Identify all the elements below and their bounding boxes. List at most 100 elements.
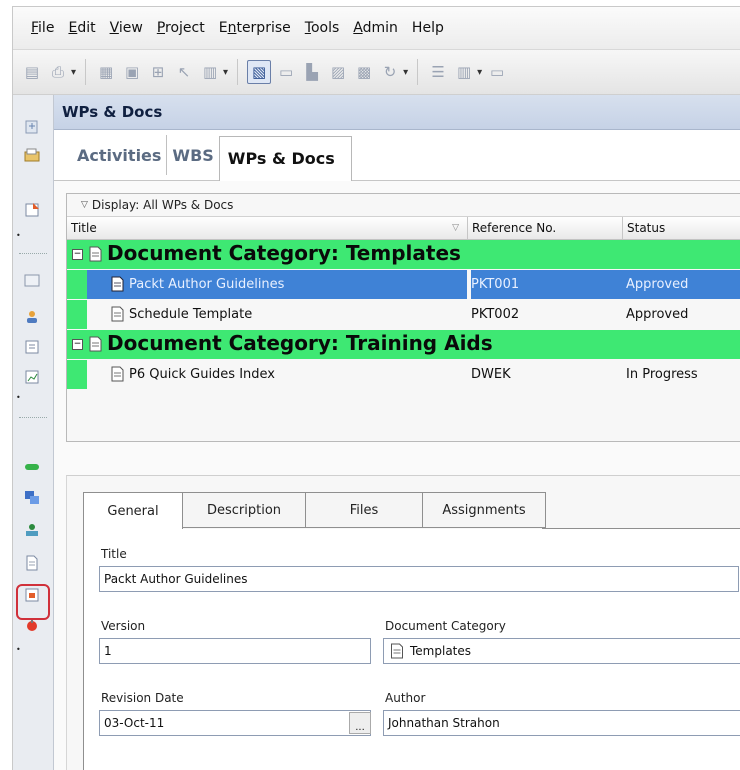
tab-general[interactable]: General xyxy=(83,492,183,530)
chevron-down-icon[interactable]: ▾ xyxy=(477,67,482,78)
menu-tools[interactable]: Tools xyxy=(305,20,340,36)
table-icon[interactable]: ▣ xyxy=(121,61,143,83)
chevron-down-icon[interactable]: ▽ xyxy=(81,200,88,210)
sidebar-icon-assignments[interactable] xyxy=(22,487,42,507)
date-picker-button[interactable]: ... xyxy=(349,712,371,734)
column-header-label: Reference No. xyxy=(472,221,557,235)
reschedule-icon[interactable]: ↻ xyxy=(379,61,401,83)
category-label: Document Category: Training Aids xyxy=(107,331,493,355)
detail-tabs: General Description Files Assignments xyxy=(83,492,546,530)
table-row[interactable]: P6 Quick Guides Index DWEK In Progress xyxy=(67,360,740,389)
category-label: Document Category xyxy=(385,619,506,633)
bottom-layout-icon[interactable]: ▙ xyxy=(301,61,323,83)
column-header-title[interactable]: Title ▽ xyxy=(67,217,468,239)
sidebar-divider xyxy=(19,253,47,254)
chart-icon[interactable]: ▥ xyxy=(199,61,221,83)
detail-layout-icon[interactable]: ▩ xyxy=(353,61,375,83)
row-status: Approved xyxy=(626,307,689,322)
row-indent xyxy=(67,360,87,389)
row-status: In Progress xyxy=(626,367,698,382)
collapse-icon[interactable]: − xyxy=(72,339,83,350)
category-row[interactable]: − Document Category: Training Aids xyxy=(67,330,740,359)
display-bar[interactable]: ▽ Display: All WPs & Docs xyxy=(67,194,740,216)
document-icon xyxy=(89,336,102,352)
sidebar-icon-list[interactable] xyxy=(22,337,42,357)
version-label: Version xyxy=(101,619,146,633)
sidebar-icon-chart[interactable] xyxy=(22,367,42,387)
menu-admin[interactable]: Admin xyxy=(353,20,398,36)
category-row[interactable]: − Document Category: Templates xyxy=(67,240,740,269)
sidebar-expand-icon[interactable]: • xyxy=(16,646,21,654)
grid-icon[interactable]: ▦ xyxy=(95,61,117,83)
sidebar-expand-icon[interactable]: • xyxy=(16,232,21,240)
indent-icon[interactable]: ⊞ xyxy=(147,61,169,83)
layout-icon[interactable]: ▧ xyxy=(247,60,272,84)
document-icon[interactable] xyxy=(22,553,42,573)
menu-help[interactable]: Help xyxy=(412,20,444,36)
column-header-ref[interactable]: Reference No. xyxy=(468,217,623,239)
row-indent xyxy=(67,300,87,329)
sort-icon[interactable]: ▽ xyxy=(452,223,459,233)
print-icon[interactable]: ▤ xyxy=(21,61,43,83)
document-icon xyxy=(391,643,403,659)
collapse-icon[interactable]: − xyxy=(72,249,83,260)
tab-description[interactable]: Description xyxy=(182,492,306,528)
filter-icon[interactable]: ▭ xyxy=(486,61,508,83)
columns-icon[interactable]: ☰ xyxy=(427,61,449,83)
menu-enterprise[interactable]: Enterprise xyxy=(219,20,291,36)
revision-date-label: Revision Date xyxy=(101,691,184,705)
sidebar-icon-activities[interactable] xyxy=(22,457,42,477)
tab-activities[interactable]: Activities xyxy=(72,135,166,175)
author-field[interactable]: Johnathan Strahon xyxy=(383,710,740,736)
print-preview-icon[interactable]: ⎙ xyxy=(47,61,69,83)
category-field[interactable]: Templates xyxy=(383,638,740,664)
row-ref: PKT002 xyxy=(471,307,520,322)
author-label: Author xyxy=(385,691,426,705)
chevron-down-icon[interactable]: ▾ xyxy=(223,67,228,78)
sidebar-icon-folder[interactable] xyxy=(22,145,42,165)
sidebar-icon-window[interactable] xyxy=(22,270,42,290)
tab-assignments[interactable]: Assignments xyxy=(422,492,546,528)
general-tab-body: Title Packt Author Guidelines Version 1 … xyxy=(83,529,740,770)
tab-wbs[interactable]: WBS xyxy=(166,135,218,175)
row-title: Schedule Template xyxy=(129,307,253,322)
sidebar-expand-icon[interactable]: • xyxy=(16,394,21,402)
sidebar-icon-user[interactable] xyxy=(22,307,42,327)
document-icon xyxy=(111,306,124,322)
view-tabs: Activities WBS WPs & Docs xyxy=(54,130,740,181)
version-field[interactable]: 1 xyxy=(99,638,371,664)
sidebar-icon-resources[interactable] xyxy=(22,200,42,220)
sidebar-divider xyxy=(19,417,47,418)
tab-wps-docs[interactable]: WPs & Docs xyxy=(218,135,352,181)
category-value: Templates xyxy=(410,644,472,658)
document-icon xyxy=(89,246,102,262)
bars-icon[interactable]: ▥ xyxy=(453,61,475,83)
toolbar: ▤ ⎙ ▾ ▦ ▣ ⊞ ↖ ▥ ▾ ▧ ▭ ▙ ▨ ▩ ↻ ▾ ☰ ▥ ▾ ▭ xyxy=(13,50,740,95)
menu-project[interactable]: Project xyxy=(157,20,205,36)
link-icon[interactable]: ↖ xyxy=(173,61,195,83)
column-header-status[interactable]: Status xyxy=(623,217,740,239)
menu-edit[interactable]: Edit xyxy=(68,20,95,36)
table-row[interactable]: Schedule Template PKT002 Approved xyxy=(67,300,740,329)
left-sidebar: • • • xyxy=(13,95,54,770)
table-row[interactable]: Packt Author Guidelines PKT001 Approved xyxy=(67,270,740,299)
documents-grid: ▽ Display: All WPs & Docs Title ▽ Refere… xyxy=(66,193,740,442)
menu-view[interactable]: View xyxy=(110,20,143,36)
toolbar-divider xyxy=(417,59,419,85)
chevron-down-icon[interactable]: ▾ xyxy=(71,67,76,78)
sidebar-icon-projects[interactable] xyxy=(22,117,42,137)
split-layout-icon[interactable]: ▨ xyxy=(327,61,349,83)
column-header-label: Title xyxy=(71,221,97,235)
title-field[interactable]: Packt Author Guidelines xyxy=(99,566,739,592)
revision-date-field[interactable]: 03-Oct-11 xyxy=(99,710,371,736)
top-layout-icon[interactable]: ▭ xyxy=(275,61,297,83)
chevron-down-icon[interactable]: ▾ xyxy=(403,67,408,78)
sidebar-icon-reports[interactable] xyxy=(22,520,42,540)
tab-files[interactable]: Files xyxy=(305,492,423,528)
row-indent xyxy=(67,270,87,299)
row-ref: DWEK xyxy=(471,367,511,382)
toolbar-divider xyxy=(237,59,239,85)
title-label: Title xyxy=(101,547,127,561)
menu-file[interactable]: File xyxy=(31,20,54,36)
row-title: Packt Author Guidelines xyxy=(129,277,285,292)
